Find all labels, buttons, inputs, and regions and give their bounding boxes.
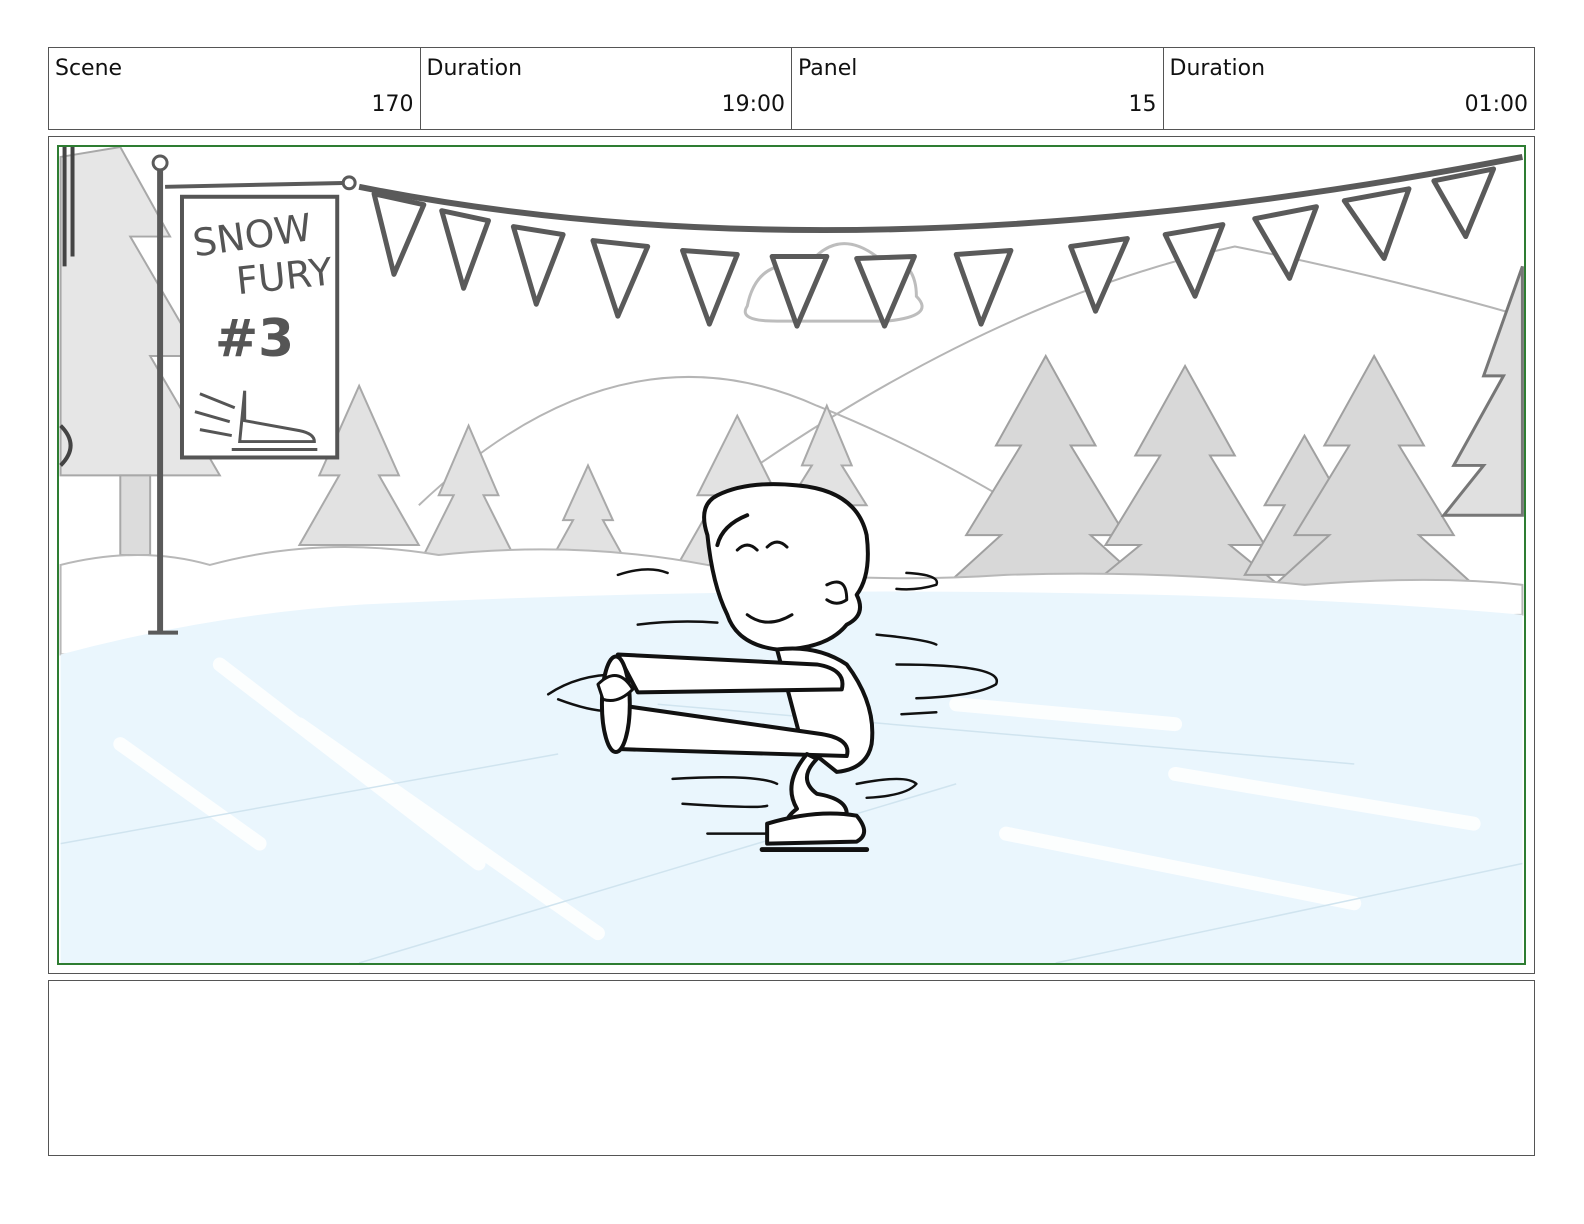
scene-label: Scene (55, 56, 123, 81)
skate-blade-front (599, 654, 632, 755)
scene-duration-cell: Duration 19:00 (421, 48, 792, 129)
banner-line-3: #3 (215, 309, 294, 369)
scene-cell: Scene 170 (49, 48, 421, 129)
panel-notes-box (48, 980, 1535, 1156)
storyboard-panel-frame: SNOW FURY #3 (48, 136, 1535, 974)
panel-label: Panel (798, 56, 858, 81)
bunting-string (358, 154, 1523, 234)
panel-duration-value: 01:00 (1464, 92, 1528, 117)
storyboard-panel-image: SNOW FURY #3 (57, 145, 1526, 965)
skate-boot (765, 811, 867, 846)
panel-duration-label: Duration (1169, 56, 1266, 81)
panel-cell: Panel 15 (792, 48, 1164, 129)
panel-duration-cell: Duration 01:00 (1164, 48, 1535, 129)
panel-number: 15 (1128, 92, 1157, 117)
trees-right (943, 265, 1524, 591)
scene-duration-label: Duration (426, 56, 523, 81)
panel-info-header: Scene 170 Duration 19:00 Panel 15 Durati… (48, 47, 1535, 130)
snow-fury-banner: SNOW FURY #3 (179, 194, 340, 460)
scene-duration-value: 19:00 (721, 92, 785, 117)
scene-number: 170 (371, 92, 414, 117)
panel-sketch: SNOW FURY #3 (59, 147, 1524, 963)
